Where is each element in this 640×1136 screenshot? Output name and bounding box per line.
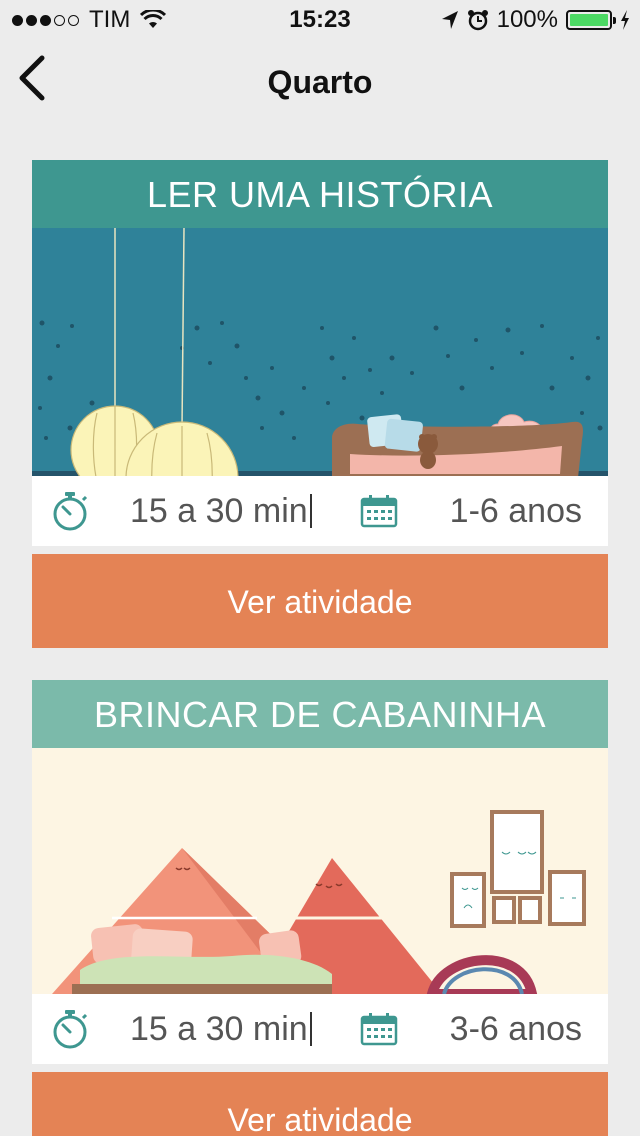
activity-info-row: 15 a 30 min 3-6 anos <box>32 994 608 1064</box>
view-activity-button[interactable]: Ver atividade <box>32 554 608 648</box>
age-range-text: 3-6 anos <box>449 1010 582 1048</box>
status-right: 100% <box>441 6 630 34</box>
duration-text: 15 a 30 min <box>130 492 312 531</box>
activity-title: BRINCAR DE CABANINHA <box>32 680 608 748</box>
alarm-clock-icon <box>467 10 488 31</box>
activity-card: LER UMA HISTÓRIA 15 a 30 min 1-6 anos Ve… <box>32 160 608 648</box>
activity-title: LER UMA HISTÓRIA <box>32 160 608 228</box>
battery-percent: 100% <box>496 6 558 33</box>
calendar-icon <box>360 1013 398 1046</box>
activity-info-row: 15 a 30 min 1-6 anos <box>32 476 608 546</box>
page-title: Quarto <box>267 64 373 100</box>
calendar-icon <box>360 495 398 528</box>
navigation-bar: Quarto <box>0 40 640 128</box>
activity-card: BRINCAR DE CABANINHA 15 a 30 min 3-6 ano… <box>32 680 608 1136</box>
stopwatch-icon <box>53 492 88 531</box>
view-activity-button[interactable]: Ver atividade <box>32 1072 608 1136</box>
age-range-text: 1-6 anos <box>449 492 582 530</box>
location-arrow-icon <box>441 11 458 29</box>
chevron-left-icon <box>19 55 45 101</box>
charging-bolt-icon <box>621 10 629 30</box>
stopwatch-icon <box>53 1010 88 1049</box>
status-bar: TIM 15:23 100% <box>0 0 640 40</box>
battery-icon <box>566 10 616 30</box>
activity-illustration-tent <box>32 748 608 994</box>
back-button[interactable] <box>14 54 54 102</box>
activity-illustration-bedroom-story <box>32 228 608 476</box>
duration-text: 15 a 30 min <box>130 1010 312 1049</box>
